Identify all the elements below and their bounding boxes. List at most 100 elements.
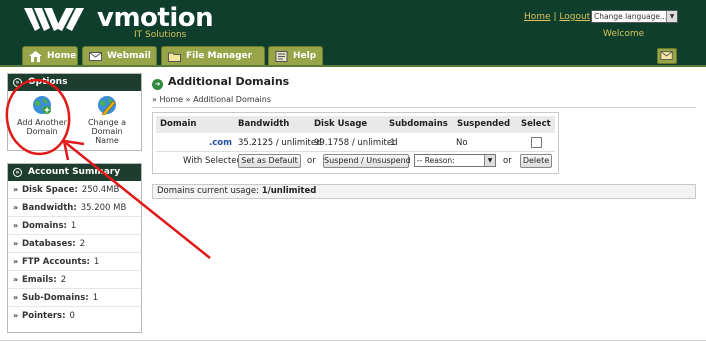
bullet-icon: » — [13, 293, 19, 302]
tab-webmail[interactable]: Webmail — [82, 46, 157, 66]
summary-label: Domains: — [22, 221, 67, 231]
delete-button[interactable]: Delete — [520, 154, 552, 168]
breadcrumb-home-link[interactable]: Home — [159, 95, 183, 104]
summary-label: Disk Space: — [22, 185, 78, 195]
mail-icon — [89, 52, 102, 61]
chevron-down-icon: ▼ — [484, 155, 495, 166]
summary-value: 0 — [69, 311, 75, 321]
summary-value: 1 — [70, 221, 77, 231]
summary-row-sub-domains: » Sub-Domains: 1 — [8, 289, 141, 307]
account-summary-title: Account Summary — [28, 167, 121, 177]
footer-divider — [0, 340, 706, 341]
summary-row-disk-space: » Disk Space: 250.4MB — [8, 181, 141, 199]
home-icon — [29, 51, 42, 62]
bandwidth-cell: 35.2125 / unlimited — [238, 138, 322, 148]
usage-label: Domains current usage: — [157, 186, 259, 196]
domain-cell[interactable]: .com — [209, 135, 232, 152]
summary-label: Sub-Domains: — [22, 293, 89, 303]
title-divider — [152, 107, 696, 108]
options-header: » Options — [8, 74, 141, 91]
bullet-icon: » — [13, 221, 19, 230]
options-title: Options — [28, 77, 68, 87]
tab-home-label: Home — [47, 51, 77, 61]
select-checkbox[interactable] — [531, 137, 542, 148]
tab-bar: Home Webmail File Manager Help — [0, 46, 706, 66]
bullet-icon: » — [13, 257, 19, 266]
notification-mail-button[interactable] — [657, 48, 677, 64]
summary-label: Emails: — [22, 275, 57, 285]
summary-value: 2 — [79, 239, 86, 249]
change-domain-line2: Name — [95, 136, 119, 145]
with-selected-label: With Selected — [183, 156, 242, 166]
tab-file-manager[interactable]: File Manager — [161, 46, 265, 66]
header-divider — [0, 65, 706, 67]
tab-help[interactable]: Help — [268, 46, 323, 66]
summary-value: 35.200 MB — [80, 203, 127, 213]
tab-help-label: Help — [293, 51, 317, 61]
or-label: or — [503, 156, 512, 166]
change-domain-line1: Change a Domain — [87, 118, 127, 136]
logo-mark-icon — [24, 8, 84, 31]
summary-row-bandwidth: » Bandwidth: 35.200 MB — [8, 199, 141, 217]
logout-link[interactable]: Logout — [559, 12, 590, 22]
bullet-icon: » — [13, 185, 19, 194]
tab-webmail-label: Webmail — [107, 51, 151, 61]
help-icon — [275, 51, 288, 62]
col-suspended: Suspended — [457, 119, 511, 129]
summary-row-databases: » Databases: 2 — [8, 235, 141, 253]
summary-label: Databases: — [22, 239, 76, 249]
summary-value: 250.4MB — [81, 185, 120, 195]
top-links: Home | Logout — [524, 12, 590, 22]
globe-plus-icon — [33, 96, 51, 114]
chevron-down-icon: ▼ — [666, 11, 677, 22]
language-select-value: Change language... — [594, 12, 668, 21]
col-bandwidth: Bandwidth — [238, 119, 290, 129]
disk-usage-cell: 99.1758 / unlimited — [314, 138, 398, 148]
domains-usage-bar: Domains current usage: 1/unlimited — [152, 184, 696, 199]
summary-label: Pointers: — [22, 311, 66, 321]
folder-icon — [168, 52, 181, 62]
or-label: or — [307, 156, 316, 166]
breadcrumb-separator: » — [185, 95, 191, 104]
set-as-default-button[interactable]: Set as Default — [238, 154, 301, 168]
welcome-text: Welcome — [603, 29, 645, 39]
col-domain: Domain — [160, 119, 197, 129]
bullet-icon: » — [13, 239, 19, 248]
breadcrumb-current: Additional Domains — [193, 95, 271, 104]
options-panel: » Options Add Another Domain Change a Do… — [7, 73, 142, 151]
brand-tagline: IT Solutions — [134, 30, 187, 40]
breadcrumb-prefix: » — [152, 95, 157, 104]
account-summary-header: » Account Summary — [8, 164, 141, 181]
globe-edit-icon — [98, 96, 116, 115]
col-disk-usage: Disk Usage — [314, 119, 368, 129]
summary-value: 1 — [93, 257, 100, 267]
bullet-icon: » — [13, 203, 19, 212]
add-another-domain-option[interactable]: Add Another Domain — [12, 95, 72, 136]
suspend-unsuspend-button[interactable]: Suspend / Unsuspend — [323, 154, 411, 168]
bullet-icon: » — [13, 311, 19, 320]
chevron-right-icon: » — [13, 168, 22, 177]
summary-label: Bandwidth: — [22, 203, 77, 213]
col-select: Select — [521, 119, 551, 129]
language-select[interactable]: Change language... ▼ — [591, 10, 678, 23]
reason-select[interactable]: -- Reason: ▼ — [414, 154, 496, 167]
summary-value: 1 — [92, 293, 99, 303]
summary-row-domains: » Domains: 1 — [8, 217, 141, 235]
reason-select-value: -- Reason: — [417, 156, 455, 165]
usage-value: 1/unlimited — [261, 186, 317, 196]
tab-home[interactable]: Home — [22, 46, 78, 66]
col-subdomains: Subdomains — [389, 119, 448, 129]
home-link[interactable]: Home — [524, 12, 551, 22]
summary-row-emails: » Emails: 2 — [8, 271, 141, 289]
page-title-text: Additional Domains — [168, 75, 290, 88]
row-divider — [156, 151, 555, 152]
tab-file-manager-label: File Manager — [186, 51, 253, 61]
chevron-right-icon: » — [13, 78, 22, 87]
change-domain-name-option[interactable]: Change a Domain Name — [74, 95, 140, 145]
table-header: Domain Bandwidth Disk Usage Subdomains S… — [156, 116, 555, 133]
page-title: ➔ Additional Domains — [152, 75, 289, 90]
subdomains-cell: 1 — [390, 138, 396, 148]
arrow-right-icon: ➔ — [152, 79, 163, 90]
add-domain-line1: Add Another — [17, 118, 67, 127]
breadcrumb: » Home » Additional Domains — [152, 95, 271, 104]
